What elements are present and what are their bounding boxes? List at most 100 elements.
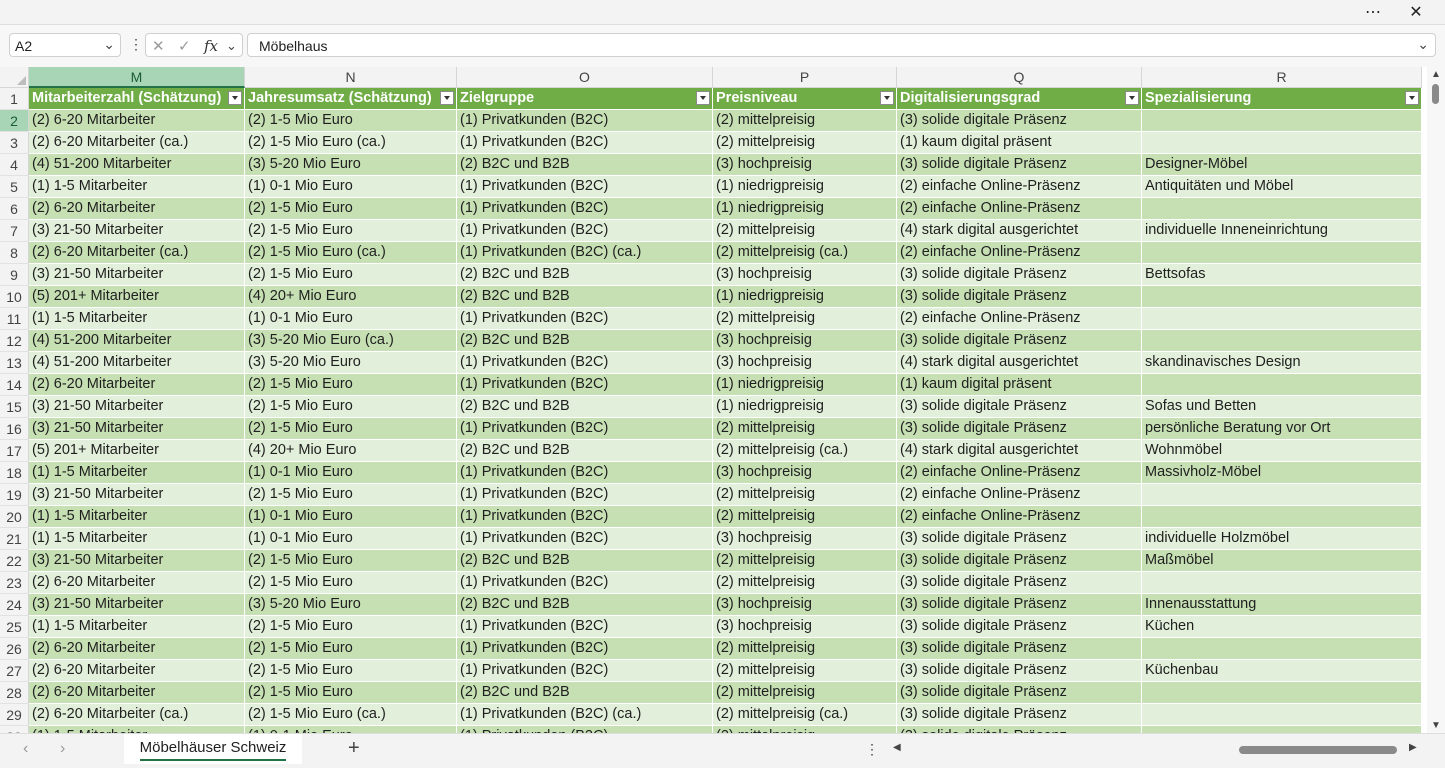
row-header[interactable]: 3 (0, 132, 29, 154)
table-cell[interactable]: (2) mittelpreisig (ca.) (713, 242, 897, 264)
table-cell[interactable]: (2) 6-20 Mitarbeiter (ca.) (29, 242, 245, 264)
table-cell[interactable]: (3) solide digitale Präsenz (897, 550, 1142, 572)
table-cell[interactable]: (2) mittelpreisig (713, 484, 897, 506)
table-cell[interactable]: (1) Privatkunden (B2C) (457, 132, 713, 154)
table-cell[interactable]: (3) solide digitale Präsenz (897, 616, 1142, 638)
table-cell[interactable]: (3) 21-50 Mitarbeiter (29, 550, 245, 572)
table-cell[interactable]: (1) 0-1 Mio Euro (245, 308, 457, 330)
table-cell[interactable]: (3) solide digitale Präsenz (897, 682, 1142, 704)
table-cell[interactable]: (2) einfache Online-Präsenz (897, 462, 1142, 484)
table-cell[interactable]: (2) mittelpreisig (713, 572, 897, 594)
header-cell[interactable]: Mitarbeiterzahl (Schätzung) (29, 88, 245, 110)
table-cell[interactable]: (2) 1-5 Mio Euro (245, 682, 457, 704)
table-cell[interactable]: Sofas und Betten (1142, 396, 1422, 418)
column-header-r[interactable]: R (1142, 67, 1422, 88)
table-cell[interactable]: (2) mittelpreisig (713, 308, 897, 330)
table-cell[interactable]: (3) solide digitale Präsenz (897, 286, 1142, 308)
table-cell[interactable] (1142, 242, 1422, 264)
table-cell[interactable]: (2) B2C und B2B (457, 264, 713, 286)
row-header[interactable]: 1 (0, 88, 29, 110)
table-cell[interactable]: (1) Privatkunden (B2C) (457, 374, 713, 396)
table-cell[interactable]: (2) B2C und B2B (457, 682, 713, 704)
scrollbar-thumb[interactable] (1432, 84, 1439, 104)
table-cell[interactable]: (1) Privatkunden (B2C) (457, 638, 713, 660)
table-cell[interactable]: (2) mittelpreisig (713, 418, 897, 440)
row-header[interactable]: 10 (0, 286, 29, 308)
table-cell[interactable]: (3) 5-20 Mio Euro (245, 594, 457, 616)
table-cell[interactable]: (1) Privatkunden (B2C) (457, 418, 713, 440)
table-cell[interactable]: (1) 1-5 Mitarbeiter (29, 308, 245, 330)
table-cell[interactable]: (2) 1-5 Mio Euro (245, 418, 457, 440)
table-cell[interactable]: (2) 6-20 Mitarbeiter (29, 638, 245, 660)
table-cell[interactable]: (3) 21-50 Mitarbeiter (29, 396, 245, 418)
table-cell[interactable]: (2) 1-5 Mio Euro (ca.) (245, 132, 457, 154)
table-cell[interactable]: (2) einfache Online-Präsenz (897, 484, 1142, 506)
more-options-icon[interactable]: ⋯ (1358, 0, 1388, 24)
close-icon[interactable]: ✕ (1401, 0, 1431, 24)
filter-dropdown-icon[interactable] (440, 91, 454, 105)
table-cell[interactable]: (3) solide digitale Präsenz (897, 528, 1142, 550)
table-cell[interactable]: (1) Privatkunden (B2C) (457, 176, 713, 198)
row-header[interactable]: 2 (0, 110, 29, 132)
table-cell[interactable]: Antiquitäten und Möbel (1142, 176, 1422, 198)
row-header[interactable]: 5 (0, 176, 29, 198)
row-header[interactable]: 21 (0, 528, 29, 550)
table-cell[interactable] (1142, 704, 1422, 726)
table-cell[interactable]: (3) 21-50 Mitarbeiter (29, 594, 245, 616)
table-cell[interactable]: (1) 0-1 Mio Euro (245, 176, 457, 198)
table-cell[interactable]: (2) einfache Online-Präsenz (897, 176, 1142, 198)
table-cell[interactable]: (1) kaum digital präsent (897, 374, 1142, 396)
table-cell[interactable] (1142, 572, 1422, 594)
table-cell[interactable]: (2) 1-5 Mio Euro (245, 396, 457, 418)
row-header[interactable]: 14 (0, 374, 29, 396)
table-cell[interactable] (1142, 374, 1422, 396)
row-header[interactable]: 9 (0, 264, 29, 286)
table-cell[interactable]: (1) niedrigpreisig (713, 374, 897, 396)
table-cell[interactable]: (4) 51-200 Mitarbeiter (29, 330, 245, 352)
table-cell[interactable]: (2) mittelpreisig (713, 638, 897, 660)
table-cell[interactable]: (1) Privatkunden (B2C) (457, 352, 713, 374)
table-cell[interactable] (1142, 198, 1422, 220)
table-cell[interactable]: (1) 0-1 Mio Euro (245, 462, 457, 484)
table-cell[interactable]: (1) 0-1 Mio Euro (245, 506, 457, 528)
spreadsheet-grid[interactable]: M N O P Q R 1 2 3 4 5 6 7 8 9 10 11 12 13 14 15 16 17 18 19 20 21 2… (0, 67, 1427, 733)
table-cell[interactable]: (2) 1-5 Mio Euro (245, 660, 457, 682)
expand-formula-icon[interactable]: ⌄ (1417, 36, 1429, 53)
table-cell[interactable]: (1) Privatkunden (B2C) (ca.) (457, 704, 713, 726)
table-cell[interactable]: (2) 1-5 Mio Euro (ca.) (245, 704, 457, 726)
sheet-options-icon[interactable]: ⋮ (865, 741, 879, 758)
table-cell[interactable]: (2) mittelpreisig (ca.) (713, 704, 897, 726)
row-header[interactable]: 12 (0, 330, 29, 352)
table-cell[interactable]: (3) 21-50 Mitarbeiter (29, 418, 245, 440)
table-cell[interactable]: (3) solide digitale Präsenz (897, 330, 1142, 352)
table-cell[interactable]: (2) 1-5 Mio Euro (245, 374, 457, 396)
table-cell[interactable]: (2) 6-20 Mitarbeiter (ca.) (29, 132, 245, 154)
table-cell[interactable]: (1) Privatkunden (B2C) (457, 506, 713, 528)
scroll-up-icon[interactable]: ▲ (1431, 69, 1441, 80)
table-cell[interactable]: (2) 1-5 Mio Euro (245, 198, 457, 220)
table-cell[interactable]: (2) 1-5 Mio Euro (ca.) (245, 242, 457, 264)
table-cell[interactable]: Wohnmöbel (1142, 440, 1422, 462)
table-cell[interactable]: (3) solide digitale Präsenz (897, 660, 1142, 682)
table-cell[interactable]: (2) mittelpreisig (ca.) (713, 440, 897, 462)
table-cell[interactable]: (1) Privatkunden (B2C) (457, 110, 713, 132)
table-cell[interactable]: (2) einfache Online-Präsenz (897, 242, 1142, 264)
table-cell[interactable]: (2) 1-5 Mio Euro (245, 616, 457, 638)
table-cell[interactable]: (2) mittelpreisig (713, 660, 897, 682)
table-cell[interactable]: (2) B2C und B2B (457, 396, 713, 418)
table-cell[interactable]: skandinavisches Design (1142, 352, 1422, 374)
formula-bar-options-icon[interactable]: ⋮ (129, 36, 143, 53)
next-sheet-icon[interactable]: › (60, 740, 65, 758)
vertical-scrollbar[interactable]: ▲ ▼ (1427, 67, 1445, 733)
table-cell[interactable]: Küchen (1142, 616, 1422, 638)
header-cell[interactable]: Spezialisierung (1142, 88, 1422, 110)
table-cell[interactable] (1142, 726, 1422, 733)
table-cell[interactable]: (1) Privatkunden (B2C) (457, 462, 713, 484)
table-cell[interactable]: (3) solide digitale Präsenz (897, 110, 1142, 132)
table-cell[interactable]: individuelle Holzmöbel (1142, 528, 1422, 550)
table-cell[interactable]: (2) 6-20 Mitarbeiter (29, 660, 245, 682)
column-header-m[interactable]: M (29, 67, 245, 88)
table-cell[interactable]: (4) stark digital ausgerichtet (897, 352, 1142, 374)
table-cell[interactable]: (1) 1-5 Mitarbeiter (29, 726, 245, 733)
table-cell[interactable]: (4) 51-200 Mitarbeiter (29, 154, 245, 176)
